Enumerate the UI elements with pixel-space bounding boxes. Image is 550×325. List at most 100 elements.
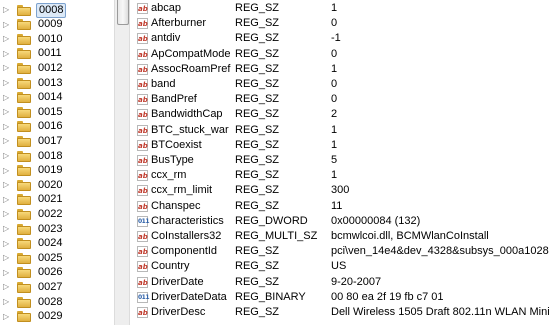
value-data: 300 (331, 184, 350, 197)
expand-arrow-icon[interactable]: ▷ (3, 3, 13, 17)
expand-arrow-icon[interactable]: ▷ (3, 164, 13, 178)
value-type: REG_SZ (235, 275, 280, 288)
expand-arrow-icon[interactable]: ▷ (3, 105, 13, 119)
value-row[interactable]: ab BandwidthCap REG_SZ 2 (130, 107, 550, 122)
value-name: ccx_rm_limit (151, 184, 213, 197)
value-type: REG_SZ (235, 108, 280, 121)
value-name: CoInstallers32 (151, 230, 222, 242)
value-type: REG_SZ (235, 17, 280, 30)
value-row[interactable]: ab AssocRoamPref REG_SZ 1 (130, 62, 550, 77)
expand-arrow-icon[interactable]: ▷ (3, 237, 13, 251)
value-row[interactable]: ab abcap REG_SZ 1 (130, 1, 550, 16)
expand-arrow-icon[interactable]: ▷ (3, 222, 13, 236)
tree-item-0013[interactable]: ▷ 0013 (0, 76, 114, 90)
value-type: REG_SZ (235, 93, 280, 106)
tree-item-label: 0023 (38, 222, 63, 235)
tree-item-0027[interactable]: ▷ 0027 (0, 280, 114, 294)
tree-item-0025[interactable]: ▷ 0025 (0, 251, 114, 265)
expand-arrow-icon[interactable]: ▷ (3, 207, 13, 221)
value-row[interactable]: 011 Characteristics REG_DWORD 0x00000084 (1… (130, 214, 550, 229)
value-type: REG_SZ (235, 138, 280, 151)
value-row[interactable]: ab BusType REG_SZ 5 (130, 153, 550, 168)
tree-item-0012[interactable]: ▷ 0012 (0, 61, 114, 75)
tree-item-0020[interactable]: ▷ 0020 (0, 178, 114, 192)
tree-scrollbar[interactable] (114, 0, 130, 325)
string-value-icon: ab (137, 18, 148, 30)
tree-item-0016[interactable]: ▷ 0016 (0, 120, 114, 134)
expand-arrow-icon[interactable]: ▷ (3, 280, 13, 294)
value-row[interactable]: ab CoInstallers32 REG_MULTI_SZ bcmwlcoi.dll… (130, 229, 550, 244)
tree-item-0017[interactable]: ▷ 0017 (0, 134, 114, 148)
value-row[interactable]: ab Chanspec REG_SZ 11 (130, 199, 550, 214)
value-row[interactable]: ab BTC_stuck_war REG_SZ 1 (130, 123, 550, 138)
expand-arrow-icon[interactable]: ▷ (3, 91, 13, 105)
value-row[interactable]: ab ApCompatMode REG_SZ 0 (130, 47, 550, 62)
value-type: REG_MULTI_SZ (235, 230, 318, 242)
folder-icon (17, 19, 31, 31)
value-data: 2 (331, 108, 338, 121)
tree-item-0015[interactable]: ▷ 0015 (0, 105, 114, 119)
value-row[interactable]: ab Afterburner REG_SZ 0 (130, 16, 550, 31)
expand-arrow-icon[interactable]: ▷ (3, 193, 13, 207)
string-value-icon: ab (137, 79, 148, 90)
expand-arrow-icon[interactable]: ▷ (3, 178, 13, 192)
value-type: REG_BINARY (235, 290, 306, 303)
expand-arrow-icon[interactable]: ▷ (3, 120, 13, 134)
binary-value-icon: 011 (137, 215, 150, 227)
value-row[interactable]: 011 DriverDateData REG_BINARY 00 80 ea 2f 1… (130, 290, 550, 305)
tree-item-0010[interactable]: ▷ 0010 (0, 32, 114, 46)
tree-item-0026[interactable]: ▷ 0026 (0, 266, 114, 280)
tree-item-0008[interactable]: ▷ 0008 (0, 2, 114, 18)
value-name: band (151, 78, 176, 90)
tree-item-0021[interactable]: ▷ 0021 (0, 193, 114, 207)
tree-item-0014[interactable]: ▷ 0014 (0, 91, 114, 105)
expand-arrow-icon[interactable]: ▷ (3, 47, 13, 61)
value-row[interactable]: ab band REG_SZ 0 (130, 77, 550, 92)
expand-arrow-icon[interactable]: ▷ (3, 61, 13, 75)
expand-arrow-icon[interactable]: ▷ (3, 251, 13, 265)
expand-arrow-icon[interactable]: ▷ (3, 18, 13, 32)
tree-item-0022[interactable]: ▷ 0022 (0, 207, 114, 221)
value-data: 1 (331, 62, 338, 75)
value-row[interactable]: ab antdiv REG_SZ -1 (130, 31, 550, 46)
value-row[interactable]: ab DriverDesc REG_SZ Dell Wireless 1505 Dra… (130, 305, 550, 320)
expand-arrow-icon[interactable]: ▷ (3, 295, 13, 309)
tree-item-0029[interactable]: ▷ 0029 (0, 310, 114, 324)
folder-icon (17, 121, 31, 133)
value-name: DriverDesc (151, 306, 206, 318)
expand-arrow-icon[interactable]: ▷ (3, 134, 13, 148)
expand-arrow-icon[interactable]: ▷ (3, 266, 13, 280)
value-type: REG_SZ (235, 306, 280, 318)
value-row[interactable]: ab ccx_rm_limit REG_SZ 300 (130, 183, 550, 198)
expand-arrow-icon[interactable]: ▷ (3, 76, 13, 90)
value-row[interactable]: ab DriverDate REG_SZ 9-20-2007 (130, 275, 550, 290)
value-row[interactable]: ab ComponentId REG_SZ pci\ven_14e4&dev_4328… (130, 244, 550, 259)
tree-item-0024[interactable]: ▷ 0024 (0, 237, 114, 251)
value-name: BusType (151, 154, 194, 166)
tree-item-0019[interactable]: ▷ 0019 (0, 164, 114, 178)
tree-item-label: 0021 (38, 193, 63, 206)
tree-item-0011[interactable]: ▷ 0011 (0, 47, 114, 61)
tree-item-0023[interactable]: ▷ 0023 (0, 222, 114, 236)
value-data: 1 (331, 123, 338, 136)
value-name: ComponentId (151, 245, 218, 258)
value-name: Characteristics (151, 214, 224, 227)
folder-icon (17, 311, 31, 323)
value-row[interactable]: ab Country REG_SZ US (130, 259, 550, 274)
folder-icon (17, 4, 31, 16)
value-row[interactable]: ab BTCoexist REG_SZ 1 (130, 138, 550, 153)
value-row[interactable]: ab BandPref REG_SZ 0 (130, 92, 550, 107)
scrollbar-thumb[interactable] (117, 0, 129, 25)
expand-arrow-icon[interactable]: ▷ (3, 149, 13, 163)
value-type: REG_SZ (235, 260, 280, 273)
tree-item-0018[interactable]: ▷ 0018 (0, 149, 114, 163)
tree-item-0009[interactable]: ▷ 0009 (0, 18, 114, 32)
value-type: REG_SZ (235, 154, 280, 166)
value-name: BandwidthCap (151, 108, 223, 121)
tree-item-label: 0024 (38, 237, 63, 250)
expand-arrow-icon[interactable]: ▷ (3, 310, 13, 324)
value-row[interactable]: ab ccx_rm REG_SZ 1 (130, 168, 550, 183)
expand-arrow-icon[interactable]: ▷ (3, 32, 13, 46)
string-value-icon: ab (137, 200, 148, 212)
tree-item-0028[interactable]: ▷ 0028 (0, 295, 114, 309)
